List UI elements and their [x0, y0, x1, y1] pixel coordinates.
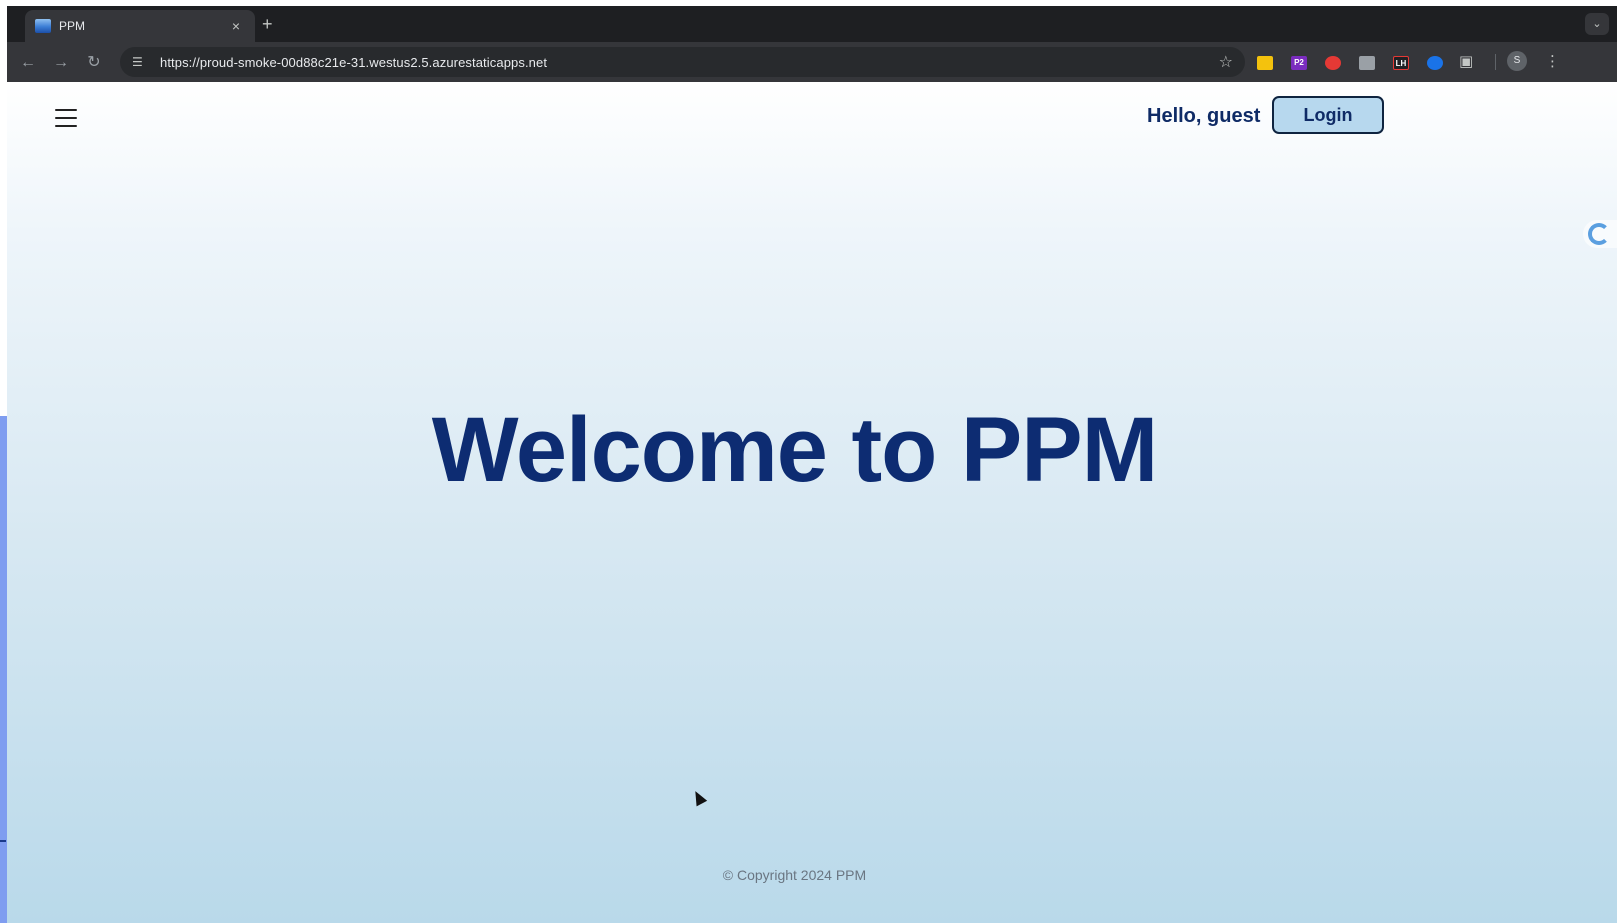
hamburger-line [55, 117, 77, 119]
hamburger-line [55, 125, 77, 127]
site-settings-icon[interactable]: ☰ [132, 55, 143, 69]
blue-extension-icon[interactable] [1427, 56, 1443, 70]
lh-extension-icon[interactable]: LH [1393, 56, 1409, 70]
reload-icon[interactable]: ↻ [83, 52, 105, 74]
gray-extension-icon[interactable] [1359, 56, 1375, 70]
tab-title: PPM [59, 19, 86, 33]
left-edge-strip [0, 416, 7, 923]
left-edge-mark [0, 840, 6, 842]
extensions-puzzle-icon[interactable]: ▣ [1459, 52, 1473, 70]
yellow-extension-icon[interactable] [1257, 56, 1273, 70]
back-icon[interactable]: ← [17, 52, 39, 74]
tab-close-icon[interactable]: × [227, 18, 245, 34]
hamburger-menu-icon[interactable] [55, 109, 77, 127]
browser-toolbar: ← → ↻ ☰ https://proud-smoke-00d88c21e-31… [7, 42, 1617, 82]
new-tab-icon[interactable]: + [262, 15, 273, 33]
browser-menu-icon[interactable]: ⋮ [1545, 52, 1560, 70]
forward-icon[interactable]: → [50, 52, 72, 74]
favicon-icon [35, 19, 51, 33]
page-viewport: Hello, guest Login Welcome to PPM © Copy… [7, 82, 1617, 923]
greeting-text: Hello, guest [1147, 105, 1261, 127]
copyright-footer: © Copyright 2024 PPM [722, 867, 867, 883]
tab-strip: PPM × + ⌄ [7, 6, 1617, 42]
p2-extension-icon[interactable]: P2 [1291, 56, 1307, 70]
address-bar[interactable]: ☰ https://proud-smoke-00d88c21e-31.westu… [120, 47, 1245, 77]
url-text[interactable]: https://proud-smoke-00d88c21e-31.westus2… [160, 55, 547, 70]
mouse-cursor-icon [690, 788, 708, 807]
tab-search-icon[interactable]: ⌄ [1585, 13, 1609, 35]
toolbar-divider [1495, 54, 1496, 70]
page-title: Welcome to PPM [431, 399, 1159, 501]
hamburger-line [55, 109, 77, 111]
widget-ring-icon [1588, 223, 1610, 245]
side-widget[interactable] [1583, 220, 1617, 248]
red-extension-icon[interactable] [1325, 56, 1341, 70]
bookmark-star-icon[interactable]: ☆ [1219, 52, 1233, 72]
tab-ppm[interactable]: PPM × [25, 10, 255, 42]
browser-window: PPM × + ⌄ ← → ↻ ☰ https://proud-smoke-00… [7, 6, 1617, 923]
profile-avatar[interactable]: S [1507, 51, 1527, 71]
login-button[interactable]: Login [1272, 96, 1384, 134]
